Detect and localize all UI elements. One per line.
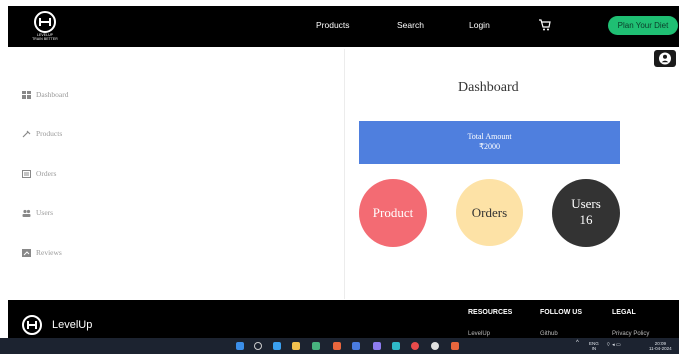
app-icon[interactable]	[352, 342, 360, 350]
app-icon[interactable]	[431, 342, 439, 350]
sidebar-item-label: Orders	[36, 169, 57, 178]
sidebar-item-label: Dashboard	[36, 90, 69, 99]
sidebar-item-dashboard[interactable]: Dashboard	[22, 90, 69, 102]
footer-privacy-link[interactable]: Privacy Policy	[612, 331, 649, 337]
sidebar-item-reviews[interactable]: Reviews	[22, 248, 62, 260]
app-icon[interactable]	[451, 342, 459, 350]
top-navbar: LEVELUP TRAIN BETTER Products Search Log…	[8, 6, 679, 47]
footer-follow-heading: FOLLOW US	[540, 309, 582, 316]
dashboard-icon	[22, 91, 31, 100]
user-account-button[interactable]	[654, 50, 676, 67]
wifi-volume-battery-icons[interactable]: ⌔ ◂ ▭	[606, 343, 621, 348]
dumbbell-icon	[34, 11, 56, 33]
app-icon[interactable]	[392, 342, 400, 350]
page-title: Dashboard	[458, 80, 519, 95]
logo-subtext: TRAIN BETTER	[32, 37, 58, 41]
footer-legal-heading: LEGAL	[612, 309, 636, 316]
footer: LevelUp RESOURCES FOLLOW US LEGAL LevelU…	[8, 300, 679, 338]
circle-value: 16	[579, 212, 593, 227]
sidebar-item-label: Products	[36, 129, 63, 138]
plan-your-diet-button[interactable]: Plan Your Diet	[608, 16, 678, 35]
sidebar-item-products[interactable]: Products	[22, 129, 62, 141]
products-icon	[22, 130, 31, 138]
clock[interactable]: 20:09 11-04-2024	[649, 341, 672, 351]
sidebar-item-label: Users	[36, 208, 54, 217]
content-divider	[344, 49, 345, 299]
total-amount-card: Total Amount ₹2000	[359, 121, 620, 164]
language-indicator[interactable]: ENG IN	[589, 341, 599, 351]
user-icon	[659, 52, 671, 65]
chevron-up-icon[interactable]: ^	[576, 340, 579, 346]
os-taskbar: ^ ENG IN ⌔ ◂ ▭ 20:09 11-04-2024	[0, 338, 679, 354]
windows-start-icon[interactable]	[236, 342, 244, 350]
levelup-logo[interactable]: LEVELUP TRAIN BETTER	[30, 11, 60, 45]
footer-github-link[interactable]: Github	[540, 331, 558, 337]
orders-count-circle[interactable]: Orders	[456, 179, 523, 246]
file-explorer-icon[interactable]	[292, 342, 300, 350]
circle-label: Orders	[471, 205, 508, 220]
nav-products-link[interactable]: Products	[316, 20, 350, 30]
sidebar-item-label: Reviews	[36, 248, 62, 257]
product-count-circle[interactable]: Product	[359, 179, 427, 247]
footer-brand: LevelUp	[52, 319, 93, 331]
users-icon	[22, 209, 31, 218]
app-icon[interactable]	[373, 342, 381, 350]
total-amount-value: ₹2000	[478, 142, 501, 151]
cart-icon[interactable]	[538, 18, 551, 36]
reviews-icon	[22, 249, 31, 258]
store-icon[interactable]	[312, 342, 320, 350]
sidebar-item-users[interactable]: Users	[22, 208, 53, 220]
search-icon[interactable]	[254, 342, 262, 350]
vscode-icon[interactable]	[273, 342, 281, 350]
footer-logo-icon	[22, 315, 42, 335]
clock-date: 11-04-2024	[649, 346, 672, 351]
circle-label: Product	[372, 205, 414, 220]
app-icon[interactable]	[411, 342, 419, 350]
orders-icon	[22, 170, 31, 179]
circle-label: Users	[571, 196, 601, 211]
users-count-circle[interactable]: Users 16	[552, 179, 620, 247]
total-amount-label: Total Amount	[467, 132, 512, 141]
nav-search-link[interactable]: Search	[397, 20, 424, 30]
nav-login-link[interactable]: Login	[469, 20, 490, 30]
language-bottom: IN	[591, 346, 597, 351]
brave-icon[interactable]	[333, 342, 341, 350]
footer-levelup-link[interactable]: LevelUp	[468, 331, 490, 337]
sidebar-item-orders[interactable]: Orders	[22, 169, 56, 181]
footer-resources-heading: RESOURCES	[468, 309, 513, 316]
